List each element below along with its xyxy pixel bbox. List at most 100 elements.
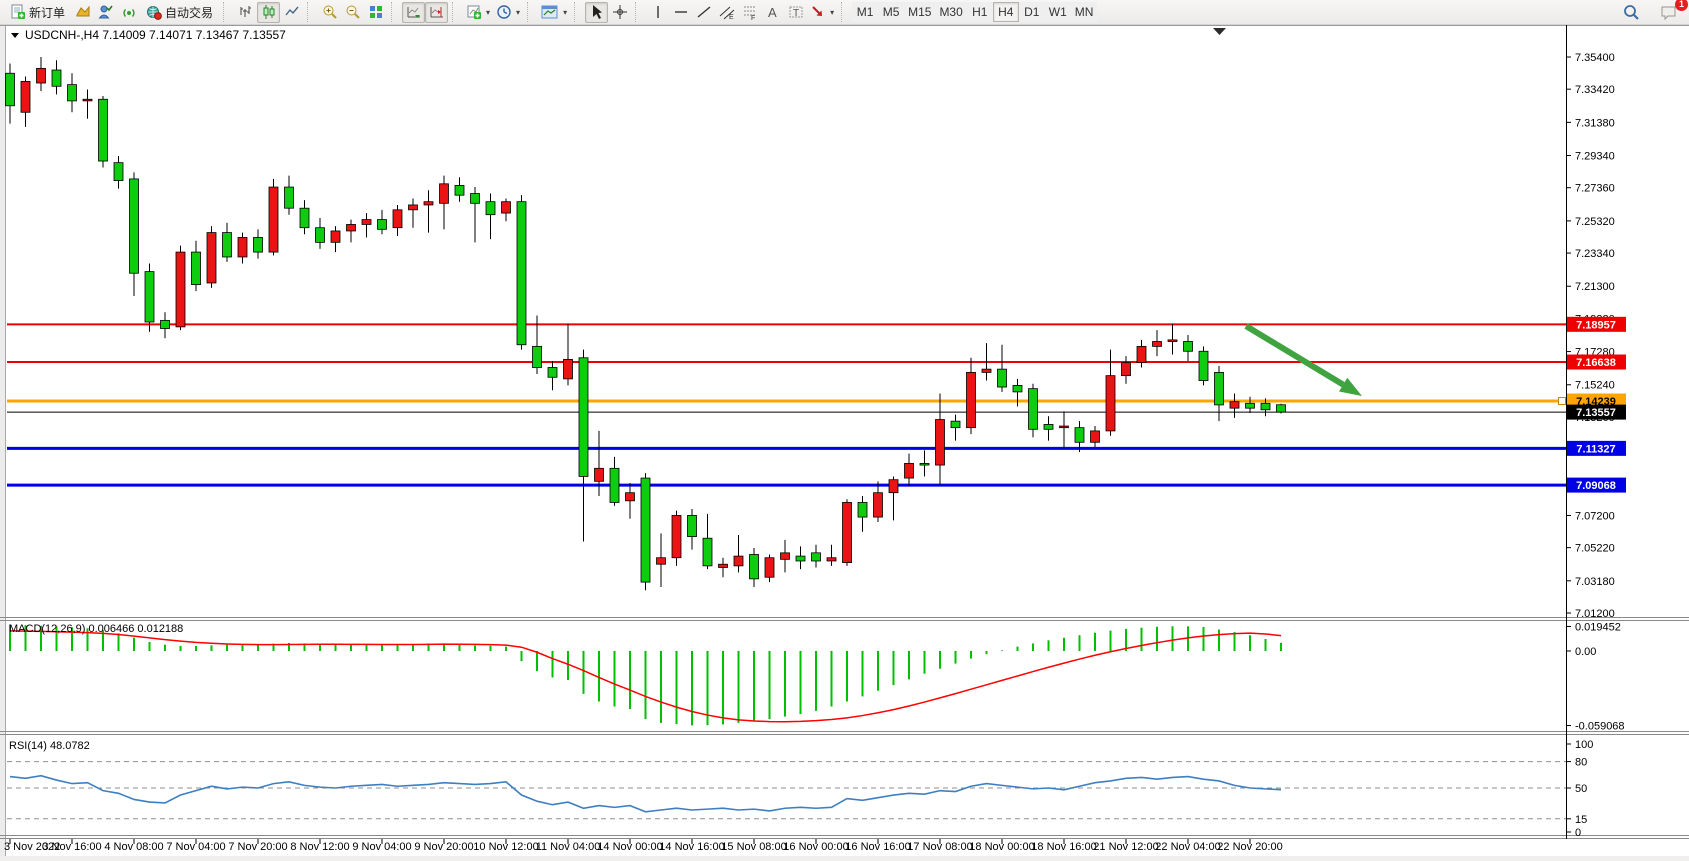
cursor-button[interactable] <box>585 2 608 23</box>
price-tick-label: 7.25320 <box>1575 216 1615 228</box>
candle-body <box>765 558 774 578</box>
price-tick-label: 7.33420 <box>1575 84 1615 96</box>
candle-body <box>595 468 604 481</box>
candle-body <box>1168 340 1177 342</box>
bar-chart-button[interactable] <box>234 2 257 23</box>
toolbar-separator <box>223 2 231 22</box>
window-edge <box>0 25 5 861</box>
templates-button[interactable]: ▾ <box>538 2 570 23</box>
horizontal-line-button[interactable] <box>669 2 692 23</box>
profiles-button[interactable]: ▾ <box>493 2 523 23</box>
rsi-tick-label: 50 <box>1575 783 1587 795</box>
candle-body <box>52 70 61 86</box>
candle-body <box>858 502 867 517</box>
chart-shift-icon <box>429 4 445 20</box>
timeframe-mn-button[interactable]: MN <box>1071 2 1098 22</box>
search-button[interactable] <box>1617 1 1646 24</box>
price-tick-label: 7.21300 <box>1575 281 1615 293</box>
equidistant-channel-button[interactable]: E <box>715 2 738 23</box>
candle-body <box>889 480 898 493</box>
new-chart-icon <box>466 4 482 20</box>
expert-advisors-button[interactable] <box>94 2 117 23</box>
text-label-button[interactable]: T <box>784 2 807 23</box>
bottom-edge <box>0 856 1689 861</box>
candle-body <box>905 463 914 478</box>
timeframe-m5-button[interactable]: M5 <box>878 2 904 22</box>
candle-body <box>1106 376 1115 431</box>
rsi-tick-label: 15 <box>1575 814 1587 826</box>
line-handle[interactable] <box>1559 398 1566 405</box>
candle-body <box>99 99 108 161</box>
line-chart-button[interactable] <box>280 2 303 23</box>
tile-windows-button[interactable] <box>364 2 387 23</box>
signals-button[interactable] <box>117 2 140 23</box>
timeframe-m15-button[interactable]: M15 <box>904 2 935 22</box>
price-level-badge-label: 7.16638 <box>1576 357 1616 369</box>
rsi-tick-label: 100 <box>1575 739 1593 751</box>
gold-chart-icon <box>75 4 91 20</box>
candle-body <box>1199 351 1208 380</box>
arrow-object-icon <box>810 4 826 20</box>
timeframe-w1-button[interactable]: W1 <box>1045 2 1071 22</box>
trendline-button[interactable] <box>692 2 715 23</box>
chart-canvas[interactable]: 7.354007.334207.313807.293407.273607.253… <box>0 0 1689 861</box>
new-order-button[interactable]: 新订单 <box>4 2 71 23</box>
candle-body <box>331 231 340 242</box>
time-tick-label: 7 Nov 04:00 <box>166 841 225 853</box>
candle-body <box>285 187 294 208</box>
price-tick-label: 7.01200 <box>1575 608 1615 620</box>
time-tick-label: 21 Nov 12:00 <box>1093 841 1158 853</box>
community-button[interactable]: 1 <box>1654 1 1683 24</box>
toolbar-separator <box>307 2 315 22</box>
chevron-down-icon: ▾ <box>486 8 490 17</box>
time-tick-label: 16 Nov 00:00 <box>783 841 848 853</box>
text-icon: A <box>765 4 781 20</box>
text-button[interactable]: A <box>761 2 784 23</box>
candlestick-chart-button[interactable] <box>257 2 280 23</box>
time-tick-label: 18 Nov 00:00 <box>969 841 1034 853</box>
timeframe-m30-button[interactable]: M30 <box>935 2 966 22</box>
vertical-line-button[interactable] <box>646 2 669 23</box>
bar-chart-icon <box>238 4 254 20</box>
candle-body <box>130 179 139 273</box>
candle-body <box>1215 372 1224 405</box>
tile-windows-icon <box>368 4 384 20</box>
toolbar: 新订单 自动交易 <box>0 0 1689 25</box>
zoom-out-button[interactable] <box>341 2 364 23</box>
candle-body <box>83 99 92 101</box>
price-level-badge-label: 7.13557 <box>1576 407 1616 419</box>
candle-body <box>843 502 852 562</box>
time-tick-label: 10 Nov 12:00 <box>473 841 538 853</box>
crosshair-button[interactable] <box>608 2 631 23</box>
market-watch-button[interactable] <box>71 2 94 23</box>
candle-body <box>114 163 123 181</box>
timeframe-group: M1M5M15M30H1H4D1W1MN <box>852 2 1097 22</box>
timeframe-d1-button[interactable]: D1 <box>1019 2 1045 22</box>
candle-body <box>703 538 712 566</box>
time-tick-label: 3 Nov 16:00 <box>42 841 101 853</box>
candle-body <box>920 463 929 465</box>
arrows-button[interactable]: ▾ <box>807 2 837 23</box>
candle-body <box>1277 405 1286 412</box>
toolbar-separator <box>635 2 643 22</box>
timeframe-m1-button[interactable]: M1 <box>852 2 878 22</box>
price-tick-label: 7.31380 <box>1575 117 1615 129</box>
timeframe-h4-button[interactable]: H4 <box>993 2 1019 22</box>
candle-body <box>1091 431 1100 442</box>
macd-tick-label: 0.019452 <box>1575 621 1621 633</box>
candle-body <box>502 202 511 213</box>
time-tick-label: 16 Nov 16:00 <box>845 841 910 853</box>
candle-body <box>796 556 805 561</box>
zoom-in-button[interactable] <box>318 2 341 23</box>
new-chart-button[interactable]: ▾ <box>463 2 493 23</box>
time-tick-label: 18 Nov 16:00 <box>1031 841 1096 853</box>
notification-badge[interactable]: 1 <box>1675 0 1688 11</box>
chart-shift-button[interactable] <box>425 2 448 23</box>
candle-body <box>393 210 402 228</box>
fibonacci-button[interactable]: F <box>738 2 761 23</box>
autotrading-button[interactable]: 自动交易 <box>140 2 219 23</box>
candle-body <box>378 220 387 230</box>
timeframe-h1-button[interactable]: H1 <box>967 2 993 22</box>
candle-body <box>223 233 232 257</box>
auto-scroll-button[interactable] <box>402 2 425 23</box>
